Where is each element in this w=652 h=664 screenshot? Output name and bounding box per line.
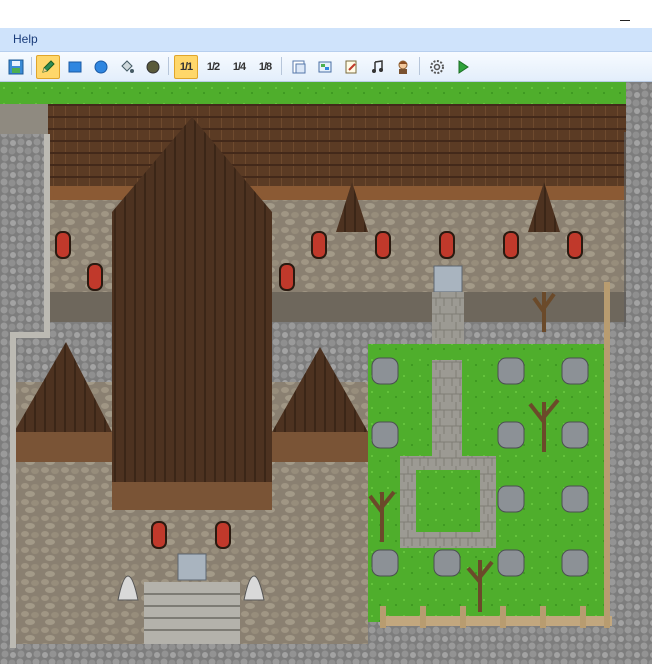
title-bar (0, 0, 652, 28)
shadow-pen-icon[interactable] (141, 55, 165, 79)
pencil-icon[interactable] (36, 55, 60, 79)
menu-help[interactable]: Help (7, 32, 44, 46)
toolbar: 1/1 1/2 1/4 1/8 (0, 52, 652, 82)
toolbar-separator (419, 57, 420, 75)
menu-bar: Help (0, 28, 652, 52)
toolbar-separator (281, 57, 282, 75)
toolbar-separator (31, 57, 32, 75)
options-icon[interactable] (425, 55, 449, 79)
zoom-1-2-icon[interactable]: 1/2 (201, 55, 225, 79)
character-generator-icon[interactable] (391, 55, 415, 79)
sound-test-icon[interactable] (365, 55, 389, 79)
zoom-1-8-icon[interactable]: 1/8 (253, 55, 277, 79)
script-editor-icon[interactable] (339, 55, 363, 79)
zoom-1-4-icon[interactable]: 1/4 (227, 55, 251, 79)
rectangle-icon[interactable] (63, 55, 87, 79)
minimize-button[interactable] (618, 6, 634, 22)
fill-icon[interactable] (115, 55, 139, 79)
ellipse-icon[interactable] (89, 55, 113, 79)
toolbar-separator (168, 57, 169, 75)
playtest-icon[interactable] (451, 55, 475, 79)
resource-manager-icon[interactable] (313, 55, 337, 79)
map-editor-canvas[interactable] (0, 82, 652, 664)
database-icon[interactable] (287, 55, 311, 79)
save-project-icon[interactable] (4, 55, 28, 79)
zoom-1-1-icon[interactable]: 1/1 (174, 55, 198, 79)
